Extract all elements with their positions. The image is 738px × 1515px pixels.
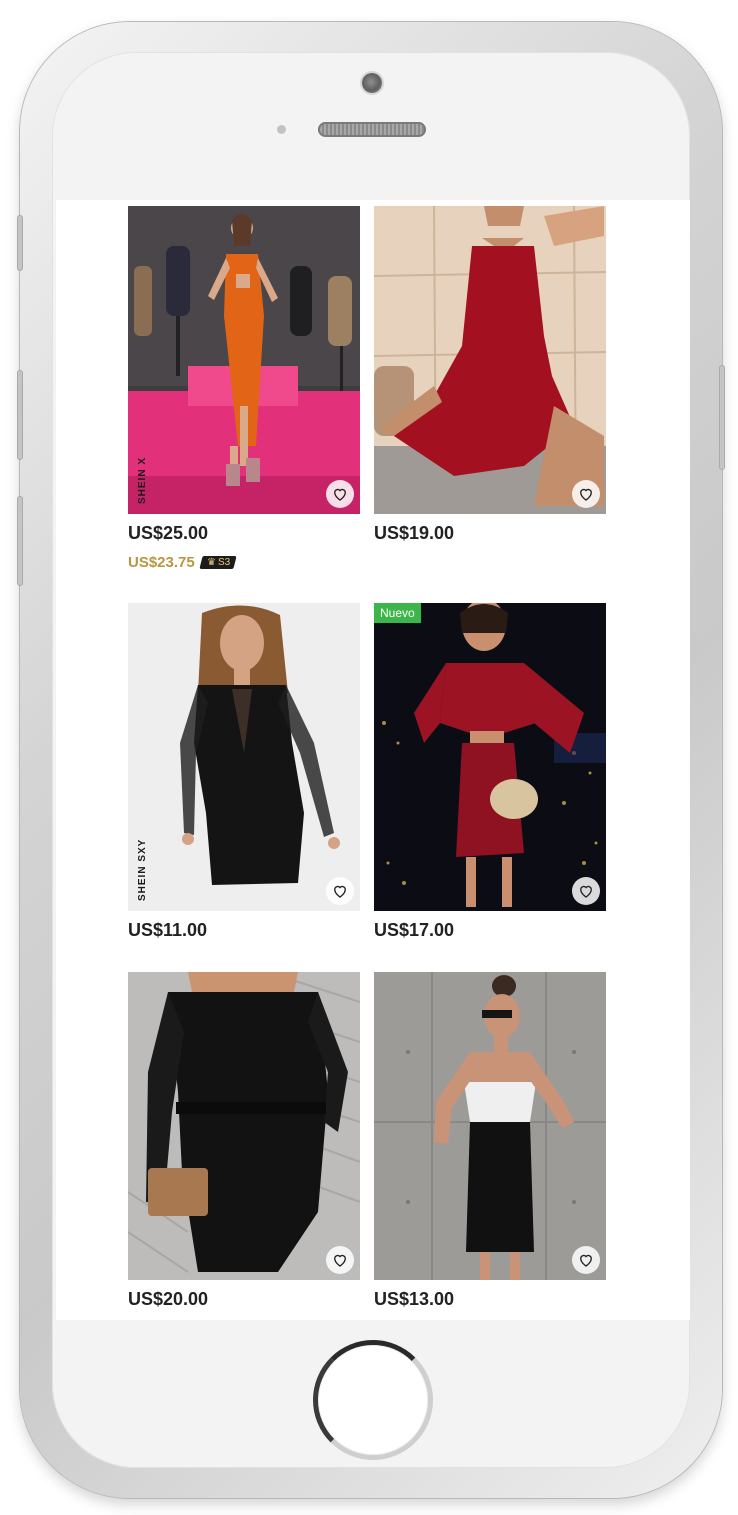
product-price: US$19.00 <box>374 523 455 543</box>
product-image[interactable] <box>128 972 360 1280</box>
heart-outline-icon <box>334 885 346 898</box>
heart-outline-icon <box>580 1254 592 1267</box>
home-button[interactable] <box>313 1340 433 1460</box>
favorite-button[interactable] <box>326 1246 354 1274</box>
heart-outline-icon <box>580 885 592 898</box>
product-grid-screen: SHEIN X US$25.00 US$23.75 ♛ S3 US$19.00 … <box>56 200 690 1320</box>
product-card[interactable]: US$19.00 <box>374 206 606 544</box>
product-photo-black-wrap-dress <box>128 972 360 1280</box>
product-price: US$13.00 <box>374 1289 455 1309</box>
product-card[interactable]: SHEIN X US$25.00 US$23.75 ♛ S3 <box>128 206 360 572</box>
product-price: US$17.00 <box>374 920 455 940</box>
product-price: US$20.00 <box>128 1289 209 1309</box>
earpiece-speaker <box>318 122 426 137</box>
favorite-button[interactable] <box>572 877 600 905</box>
product-photo-black-mesh-dress <box>128 603 360 911</box>
favorite-button[interactable] <box>572 1246 600 1274</box>
front-camera <box>362 73 382 93</box>
product-card[interactable]: SHEIN SXY US$11.00 <box>128 603 360 941</box>
brand-watermark: SHEIN SXY <box>137 838 148 901</box>
volume-down-button <box>17 496 23 586</box>
product-price: US$11.00 <box>128 920 208 940</box>
volume-up-button <box>17 370 23 460</box>
product-image[interactable] <box>374 206 606 514</box>
product-card[interactable]: US$20.00 <box>128 972 360 1310</box>
product-photo-orange-dress <box>128 206 360 514</box>
favorite-button[interactable] <box>572 480 600 508</box>
product-image[interactable]: Nuevo <box>374 603 606 911</box>
heart-outline-icon <box>334 1254 346 1267</box>
product-photo-red-halter-dress <box>374 206 606 514</box>
power-button <box>719 365 725 470</box>
product-image[interactable] <box>374 972 606 1280</box>
member-price-row: US$23.75 ♛ S3 <box>128 552 360 572</box>
product-card[interactable]: US$13.00 <box>374 972 606 1310</box>
new-badge: Nuevo <box>374 603 421 623</box>
heart-outline-icon <box>334 488 346 501</box>
club-badge: ♛ S3 <box>199 555 237 569</box>
brand-watermark: SHEIN X <box>137 456 148 504</box>
product-card[interactable]: Nuevo US$17.00 <box>374 603 606 941</box>
favorite-button[interactable] <box>326 877 354 905</box>
favorite-button[interactable] <box>326 480 354 508</box>
mute-switch <box>17 215 23 271</box>
product-photo-lace-cami-dress <box>374 972 606 1280</box>
crown-icon: ♛ <box>206 556 216 568</box>
product-image[interactable]: SHEIN SXY <box>128 603 360 911</box>
product-image[interactable]: SHEIN X <box>128 206 360 514</box>
proximity-sensor <box>277 125 286 134</box>
heart-outline-icon <box>580 488 592 501</box>
product-price: US$25.00 <box>128 523 209 543</box>
product-photo-red-glitter-dress <box>374 603 606 911</box>
member-price: US$23.75 <box>128 553 195 571</box>
club-level: S3 <box>217 556 230 568</box>
